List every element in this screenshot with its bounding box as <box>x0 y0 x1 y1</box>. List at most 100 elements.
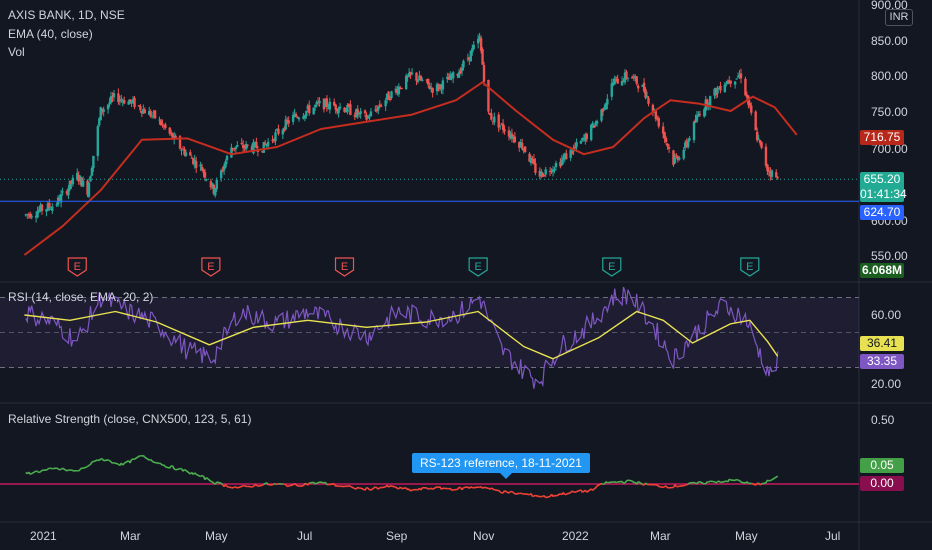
rs-legend[interactable]: Relative Strength (close, CNX500, 123, 5… <box>8 412 251 426</box>
candle-body <box>565 153 568 160</box>
rsi-y-tick-label: 20.00 <box>871 377 902 391</box>
candle-body <box>384 100 387 107</box>
earnings-marker[interactable]: E <box>740 257 760 277</box>
candle-body <box>764 146 768 166</box>
rs-line-segment <box>456 486 460 490</box>
rs-line-segment <box>607 481 612 484</box>
rs-line-segment <box>294 482 297 486</box>
rs-line-segment <box>364 487 368 491</box>
candle-body <box>308 105 311 114</box>
rs-reference-callout[interactable]: RS-123 reference, 18-11-2021 <box>412 453 590 479</box>
candle-body <box>657 117 660 127</box>
rs-line-segment <box>220 482 224 486</box>
candle-body <box>356 109 359 116</box>
candle-body <box>236 144 239 147</box>
candle-body <box>523 146 527 153</box>
candle-body <box>673 157 677 164</box>
candle-body <box>416 80 420 82</box>
x-tick-label: May <box>735 529 758 543</box>
candle-body <box>667 147 671 149</box>
volume-legend[interactable]: Vol <box>8 45 25 59</box>
rs-line-segment <box>679 484 684 487</box>
candle-body <box>553 169 556 171</box>
ema-legend[interactable]: EMA (40, close) <box>8 27 93 41</box>
candle-body <box>688 138 691 141</box>
rs-line-segment <box>740 481 746 484</box>
rs-line-segment <box>374 486 378 489</box>
candle-body <box>614 76 618 78</box>
rs-line-segment <box>272 483 275 486</box>
rs-line-segment <box>150 459 153 462</box>
rs-line-segment <box>432 485 438 491</box>
rs-line-segment <box>708 480 711 483</box>
rs-line-segment <box>586 488 592 493</box>
candle-body <box>625 71 628 79</box>
candle-body <box>481 49 484 65</box>
candle-body <box>334 104 337 110</box>
rs-line-segment <box>399 486 403 490</box>
candle-body <box>729 80 732 84</box>
rs-line-segment <box>286 485 289 488</box>
y-tick-label: 900.00 <box>871 0 908 12</box>
rs-line-segment <box>473 486 479 489</box>
rs-line-segment <box>62 467 68 472</box>
rs-line-segment <box>715 481 718 484</box>
candle-body <box>723 84 727 93</box>
symbol-legend[interactable]: AXIS BANK, 1D, NSE <box>8 8 125 22</box>
rs-line-segment <box>129 459 133 464</box>
earnings-marker[interactable]: E <box>67 257 87 277</box>
earnings-marker[interactable]: E <box>201 257 221 277</box>
earnings-markers[interactable]: EEEEEE <box>67 257 760 277</box>
rs-line-segment <box>463 486 468 489</box>
earnings-marker[interactable]: E <box>334 257 355 277</box>
rsi-legend[interactable]: RSI (14, close, EMA, 20, 2) <box>8 290 153 304</box>
rs-line-segment <box>401 487 407 490</box>
candle-body <box>180 149 183 151</box>
rs-line-segment <box>38 471 41 474</box>
rs-line-segment <box>47 467 50 470</box>
x-tick-label: Jul <box>825 529 841 543</box>
candle-body <box>645 95 649 98</box>
candle-body <box>214 188 217 196</box>
candle-body <box>349 104 352 115</box>
rs-line-segment <box>508 490 512 494</box>
candle-body <box>133 97 136 108</box>
candle-body <box>620 81 624 86</box>
rs-line-segment <box>482 486 485 490</box>
rs-line-segment <box>626 479 629 482</box>
rs-line-segment <box>134 455 140 460</box>
rs-line-segment <box>88 463 91 467</box>
candle-body <box>312 107 315 115</box>
candle-body <box>736 76 740 78</box>
rs-line-segment <box>28 471 31 475</box>
rs-line-segment <box>759 483 763 486</box>
candle-body <box>460 67 464 72</box>
rs-line-segment <box>755 482 758 486</box>
candle-body <box>120 99 123 101</box>
earnings-marker[interactable]: E <box>468 257 488 277</box>
rs-line-segment <box>93 459 99 463</box>
candle-body <box>573 147 577 149</box>
candle-body <box>48 202 51 208</box>
candle-body <box>205 179 208 181</box>
rs-value-tag: 0.05 <box>860 458 904 473</box>
candle-body <box>410 72 414 74</box>
candle-body <box>590 124 593 140</box>
candle-body <box>61 191 64 193</box>
rs-line-segment <box>686 483 689 486</box>
candle-body <box>748 102 752 106</box>
rs-line-segment <box>185 469 191 475</box>
candle-body <box>89 176 92 182</box>
earnings-marker[interactable]: E <box>602 257 622 277</box>
x-tick-label: Mar <box>650 529 671 543</box>
rs-line-segment <box>662 485 666 489</box>
candle-body <box>663 132 666 139</box>
candle-body <box>760 141 763 148</box>
candle-body <box>534 163 537 173</box>
rs-line-segment <box>426 487 429 490</box>
last-price-tag: 655.20 01:41:34 <box>860 172 907 202</box>
rs-line-segment <box>593 487 597 490</box>
x-tick-label: May <box>205 529 228 543</box>
candle-body <box>543 175 546 177</box>
rs-line-segment <box>288 484 294 487</box>
